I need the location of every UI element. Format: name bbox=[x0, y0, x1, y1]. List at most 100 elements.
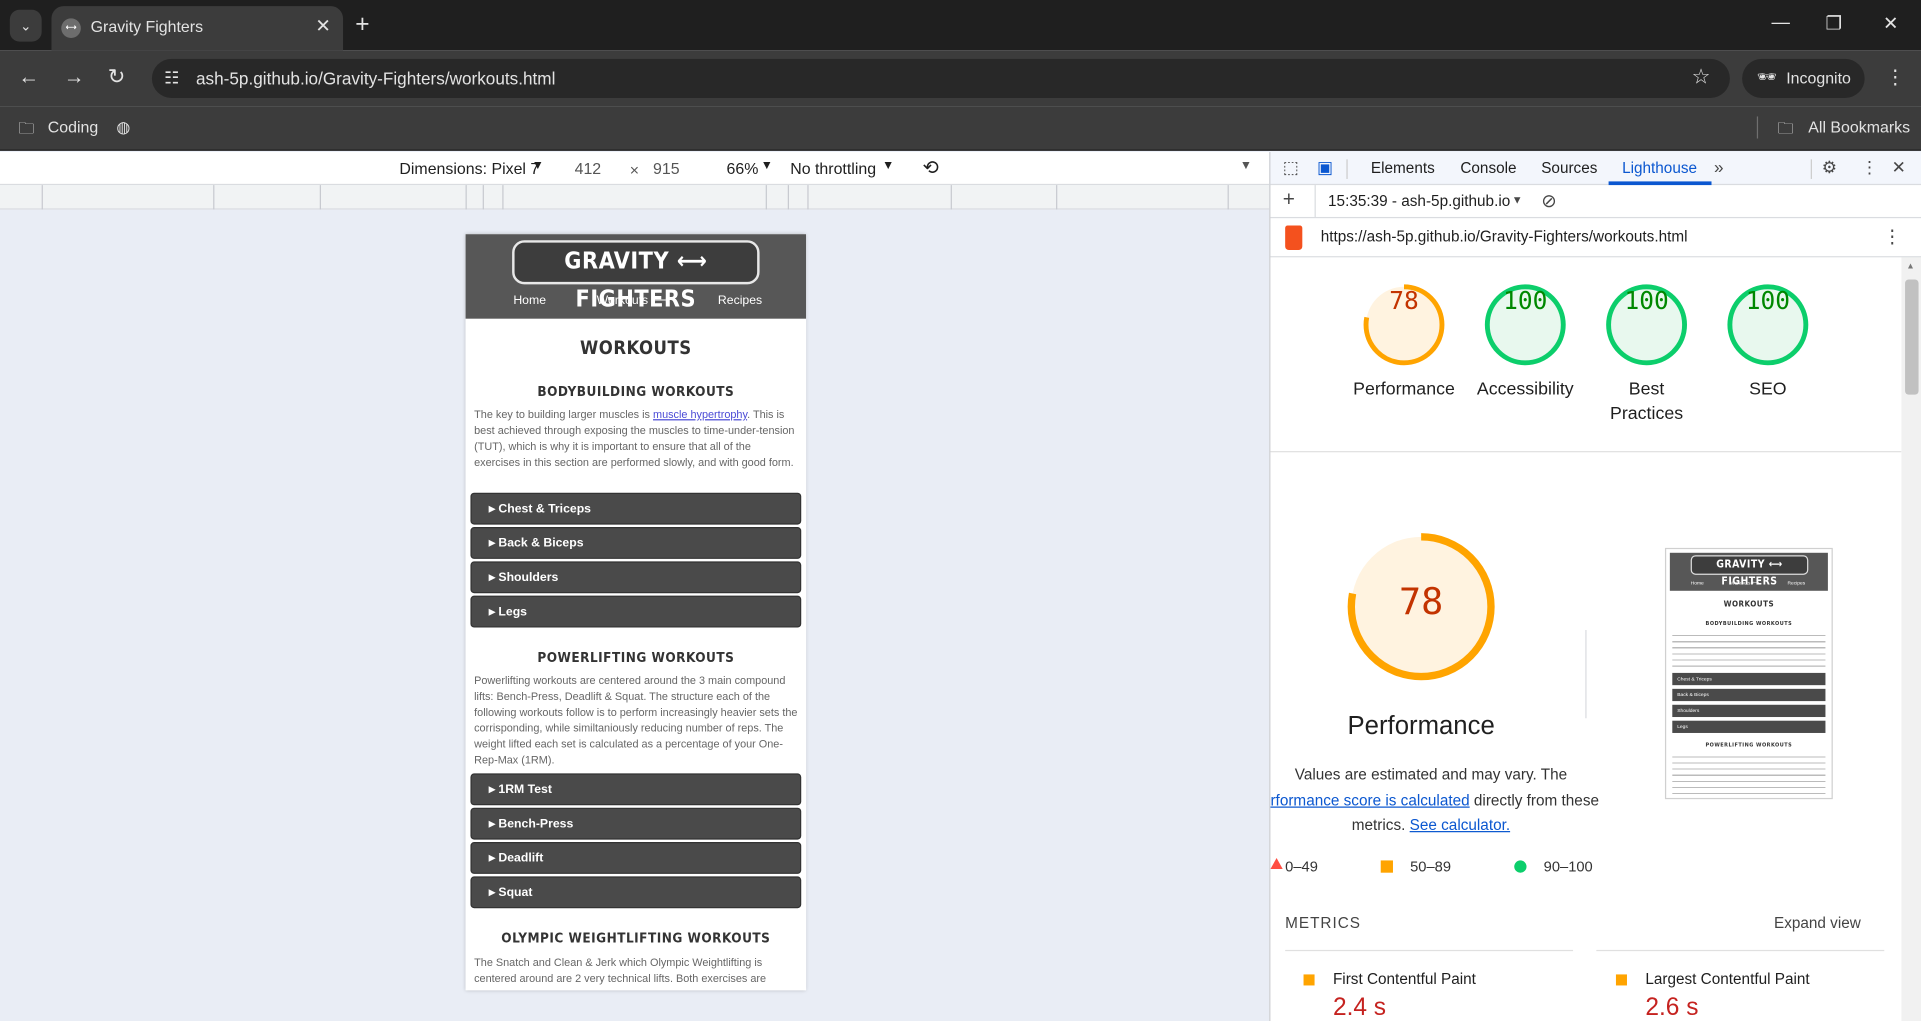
metric-fcp-value: 2.4 s bbox=[1332, 994, 1387, 1021]
bookmark-coding[interactable]: Coding bbox=[48, 118, 98, 136]
mobile-page: GRAVITY ⟷ FIGHTERS Home Workouts ⟷ Recip… bbox=[465, 234, 807, 991]
accordion-1rm-test[interactable]: ▸ 1RM Test bbox=[470, 773, 802, 806]
close-tab-icon[interactable]: ✕ bbox=[315, 15, 330, 37]
accordion-bench-press[interactable]: ▸ Bench-Press bbox=[470, 807, 802, 840]
chevron-down-icon: ▼ bbox=[760, 159, 773, 173]
devtools-tabbar: ⬚ ▣ Elements Console Sources Lighthouse … bbox=[1270, 151, 1921, 186]
see-calculator-link[interactable]: See calculator. bbox=[1410, 816, 1510, 833]
report-menu-icon[interactable]: ⋮ bbox=[1883, 226, 1901, 248]
close-devtools-icon[interactable]: ✕ bbox=[1892, 157, 1906, 178]
incognito-badge[interactable]: 🕶 Incognito bbox=[1742, 58, 1865, 99]
height-input[interactable]: 915 bbox=[653, 159, 680, 177]
chevron-down-icon: ▼ bbox=[531, 159, 544, 173]
thumb-heading: BODYBUILDING WORKOUTS bbox=[1705, 621, 1793, 628]
score-value: 100 bbox=[1624, 285, 1669, 316]
pass-circle-icon bbox=[1514, 860, 1527, 873]
rotate-icon[interactable]: ⟲ bbox=[923, 156, 939, 181]
new-tab-icon[interactable]: + bbox=[355, 10, 369, 39]
score-calculated-link[interactable]: rformance score is calculated bbox=[1270, 791, 1469, 808]
expand-view-toggle[interactable]: Expand view bbox=[1774, 914, 1861, 931]
fail-triangle-icon bbox=[1270, 857, 1283, 870]
metric-lcp-value: 2.6 s bbox=[1645, 994, 1699, 1021]
estimate-note: Values are estimated and may vary. The r… bbox=[1270, 766, 1600, 834]
width-input[interactable]: 412 bbox=[575, 159, 602, 177]
accordion-shoulders[interactable]: ▸ Shoulders bbox=[470, 561, 802, 594]
thumb-nav: Workouts ⟷ bbox=[1729, 579, 1759, 586]
zoom-select[interactable]: 66% bbox=[727, 159, 759, 177]
back-icon[interactable]: ← bbox=[18, 65, 39, 90]
nav-home[interactable]: Home bbox=[513, 294, 546, 307]
metric-lcp-name: Largest Contentful Paint bbox=[1645, 970, 1810, 988]
page-screenshot-thumbnail[interactable]: GRAVITY ⟷ FIGHTERS Home Workouts ⟷ Recip… bbox=[1664, 547, 1833, 800]
performance-big-score: 78 bbox=[1399, 580, 1444, 624]
more-options-chevron-icon[interactable]: ▼ bbox=[1240, 159, 1252, 172]
device-select[interactable]: Dimensions: Pixel 7 bbox=[399, 159, 539, 177]
throttle-select[interactable]: No throttling bbox=[790, 159, 876, 177]
tab-elements[interactable]: Elements bbox=[1371, 159, 1435, 176]
bookmark-star-icon[interactable]: ☆ bbox=[1692, 65, 1711, 90]
accordion-back-biceps[interactable]: ▸ Back & Biceps bbox=[470, 527, 802, 559]
device-viewport: GRAVITY ⟷ FIGHTERS Home Workouts ⟷ Recip… bbox=[0, 209, 1270, 1021]
thumb-accordion: Chest & Triceps bbox=[1672, 672, 1826, 686]
tab-lighthouse[interactable]: Lighthouse bbox=[1622, 159, 1697, 176]
chevron-down-icon: ▼ bbox=[1511, 193, 1523, 206]
average-square-icon bbox=[1303, 974, 1315, 986]
score-label: Best Practices bbox=[1610, 379, 1684, 425]
accordion-deadlift[interactable]: ▸ Deadlift bbox=[470, 842, 802, 874]
accordion-legs[interactable]: ▸ Legs bbox=[470, 595, 802, 628]
score-label: SEO bbox=[1749, 379, 1787, 400]
score-legend: 0–49 50–89 90–100 bbox=[1270, 857, 1901, 880]
hypertrophy-link[interactable]: muscle hypertrophy bbox=[653, 408, 747, 420]
clear-reports-icon[interactable]: ⊘ bbox=[1541, 190, 1556, 212]
divider bbox=[1756, 116, 1759, 139]
average-square-icon bbox=[1380, 860, 1393, 873]
new-report-icon[interactable]: + bbox=[1283, 188, 1295, 213]
score-label: Accessibility bbox=[1476, 379, 1574, 400]
accordion-chest-triceps[interactable]: ▸ Chest & Triceps bbox=[470, 492, 802, 525]
restore-icon[interactable]: ❐ bbox=[1825, 12, 1841, 34]
report-url[interactable]: https://ash-5p.github.io/Gravity-Fighter… bbox=[1321, 228, 1688, 245]
tab-search-button[interactable]: ⌄ bbox=[9, 9, 42, 42]
site-logo[interactable]: GRAVITY ⟷ FIGHTERS bbox=[512, 240, 760, 313]
all-bookmarks[interactable]: All Bookmarks bbox=[1808, 118, 1910, 136]
nav-workouts[interactable]: Workouts ⟷ bbox=[597, 294, 669, 307]
close-window-icon[interactable]: ✕ bbox=[1883, 12, 1898, 34]
thumb-logo: GRAVITY ⟷ FIGHTERS bbox=[1690, 555, 1809, 588]
more-tabs-icon[interactable]: » bbox=[1714, 157, 1724, 177]
forward-icon[interactable]: → bbox=[64, 65, 85, 90]
site-info-icon[interactable]: ☷ bbox=[164, 67, 179, 88]
favicon-icon: ⟷ bbox=[61, 18, 81, 38]
page-title: WORKOUTS bbox=[580, 337, 692, 360]
score-value: 100 bbox=[1503, 285, 1548, 316]
metric-fcp-name: First Contentful Paint bbox=[1332, 970, 1476, 988]
tab-sources[interactable]: Sources bbox=[1541, 159, 1597, 176]
devtools-menu-icon[interactable]: ⋮ bbox=[1861, 157, 1878, 178]
report-scrollbar[interactable]: ▲ bbox=[1901, 257, 1921, 1021]
url-text[interactable]: ash-5p.github.io/Gravity-Fighters/workou… bbox=[196, 69, 555, 89]
performance-big-label: Performance bbox=[1347, 712, 1495, 741]
tab-console[interactable]: Console bbox=[1460, 159, 1516, 176]
olympic-text: The Snatch and Clean & Jerk which Olympi… bbox=[474, 956, 767, 985]
score-value: 78 bbox=[1389, 285, 1419, 316]
browser-tab[interactable]: ⟷ Gravity Fighters ✕ bbox=[51, 6, 344, 51]
address-bar[interactable]: ☷ ash-5p.github.io/Gravity-Fighters/work… bbox=[151, 58, 1730, 99]
bodybuilding-text: The key to building larger muscles is mu… bbox=[474, 408, 795, 469]
lighthouse-report: 78 Performance 100 Accessibility 100 Best Prac… bbox=[1270, 257, 1902, 1021]
accordion-squat[interactable]: ▸ Squat bbox=[470, 876, 802, 909]
device-toggle-icon[interactable]: ▣ bbox=[1317, 157, 1333, 178]
nav-recipes[interactable]: Recipes bbox=[718, 294, 762, 307]
bodybuilding-heading: BODYBUILDING WORKOUTS bbox=[537, 383, 735, 400]
reload-icon[interactable]: ↻ bbox=[108, 65, 125, 90]
olympic-heading: OLYMPIC WEIGHTLIFTING WORKOUTS bbox=[501, 930, 771, 947]
globe-icon[interactable]: ◍ bbox=[116, 118, 130, 138]
thumb-accordion: Shoulders bbox=[1672, 704, 1826, 718]
inspect-element-icon[interactable]: ⬚ bbox=[1283, 157, 1299, 178]
scrollbar-thumb[interactable] bbox=[1905, 279, 1919, 395]
browser-menu-icon[interactable]: ⋮ bbox=[1885, 65, 1905, 90]
report-select[interactable]: 15:35:39 - ash-5p.github.io bbox=[1328, 192, 1510, 209]
minimize-icon[interactable]: — bbox=[1772, 12, 1790, 33]
tab-strip: ⌄ ⟷ Gravity Fighters ✕ + — ❐ ✕ bbox=[0, 0, 1921, 51]
tab-title: Gravity Fighters bbox=[90, 17, 204, 36]
thumb-title: WORKOUTS bbox=[1723, 599, 1775, 610]
settings-gear-icon[interactable]: ⚙ bbox=[1822, 157, 1837, 178]
